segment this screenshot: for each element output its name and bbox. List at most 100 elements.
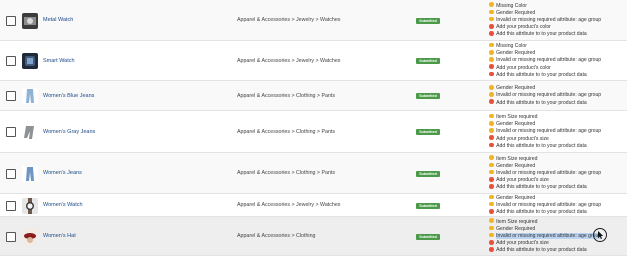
metal-watch-thumbnail [22, 12, 38, 29]
warning-dot-icon [489, 155, 494, 160]
issue-text: Gender Required [496, 50, 536, 57]
product-category: Apparel & Accessories > Clothing [237, 233, 316, 239]
row-checkbox[interactable] [6, 200, 16, 211]
mouse-cursor-icon [593, 228, 607, 242]
table-row[interactable]: Women's Jeans Apparel & Accessories > Clo… [0, 153, 627, 194]
warning-dot-icon [489, 225, 494, 231]
error-dot-icon [489, 99, 494, 105]
issue-text: Missing Color [496, 2, 527, 9]
issues-list: Missing Color Gender Required Invalid or m… [489, 2, 625, 39]
issue-text: Invalid or missing required attribute: a… [496, 169, 602, 176]
table-row[interactable]: Women's Hat Apparel & Accessories > Cloth… [0, 217, 627, 256]
issue-text: Gender Required [496, 121, 536, 128]
warning-dot-icon [489, 201, 494, 207]
blue-jeans-thumbnail [22, 88, 38, 104]
product-name-link[interactable]: Women's Gray Jeans [43, 129, 95, 135]
row-checkbox[interactable] [6, 56, 16, 66]
jeans-thumbnail [22, 165, 38, 182]
product-name-link[interactable]: Smart Watch [43, 58, 75, 64]
warning-dot-icon [489, 232, 494, 238]
issue-text: Gender Required [496, 194, 536, 201]
issue-item: Gender Required [489, 194, 625, 202]
issue-text: Add your product's color [496, 24, 551, 31]
issue-text: Add your product's size [496, 135, 549, 142]
issue-text: Add your product's color [496, 64, 551, 71]
issue-item: Invalid or missing required attribute: a… [489, 16, 625, 24]
issue-item: Add this attribute to to your product da… [489, 184, 625, 191]
status-badge: Submitted [416, 129, 440, 135]
issue-item: Add this attribute to to your product da… [489, 71, 625, 79]
row-checkbox[interactable] [6, 231, 16, 242]
womens-hat-thumbnail [22, 228, 38, 245]
issue-item: Item Size required [489, 218, 625, 226]
issue-text: Item Size required [496, 218, 538, 225]
issue-item: Add this attribute to to your product da… [489, 99, 625, 107]
issue-item: Add this attribute to to your product da… [489, 31, 625, 38]
issue-text: Invalid or missing required attribute: a… [496, 57, 602, 64]
row-checkbox[interactable] [6, 15, 16, 26]
issue-text: Add this attribute to to your product da… [496, 99, 587, 106]
issue-text: Item Size required [496, 155, 538, 162]
warning-dot-icon [489, 218, 494, 223]
warning-dot-icon [489, 169, 494, 175]
smart-watch-thumbnail [22, 53, 38, 69]
warning-dot-icon [489, 162, 494, 168]
issue-text: Add this attribute to to your product da… [496, 209, 587, 216]
table-row[interactable]: Women's Gray Jeans Apparel & Accessories … [0, 111, 627, 153]
row-checkbox[interactable] [6, 168, 16, 179]
warning-dot-icon [489, 92, 494, 97]
error-dot-icon [489, 208, 494, 214]
warning-dot-icon [489, 85, 494, 90]
issues-list: Item Size required Gender Required Invalid… [489, 113, 625, 150]
error-dot-icon [489, 239, 494, 245]
table-row[interactable]: Women's Blue Jeans Apparel & Accessories … [0, 81, 627, 111]
product-name-link[interactable]: Women's Hat [43, 233, 76, 239]
issue-text: Item Size required [496, 114, 538, 120]
issue-text: Gender Required [496, 225, 536, 232]
error-dot-icon [489, 135, 494, 141]
error-dot-icon [489, 64, 494, 70]
table-row[interactable]: Metal Watch Apparel & Accessories > Jewel… [0, 0, 627, 41]
gray-jeans-thumbnail [22, 124, 38, 140]
product-name-link[interactable]: Women's Jeans [43, 170, 82, 176]
table-row[interactable]: Smart Watch Apparel & Accessories > Jewel… [0, 41, 627, 81]
issue-item: Gender Required [489, 162, 625, 170]
warning-dot-icon [489, 16, 494, 22]
issues-list: Missing Color Gender Required Invalid or m… [489, 42, 625, 79]
product-name-link[interactable]: Metal Watch [43, 17, 73, 23]
issue-text: Gender Required [496, 162, 536, 169]
product-name-link[interactable]: Women's Blue Jeans [43, 93, 94, 99]
status-badge: Submitted [416, 17, 440, 24]
issue-text: Gender Required [496, 9, 536, 16]
issue-text: Invalid or missing required attribute: a… [496, 201, 602, 208]
issue-item: Add this attribute to to your product da… [489, 142, 625, 150]
product-name-link[interactable]: Women's Watch [43, 202, 83, 208]
issue-text: Invalid or missing required attribute: a… [496, 232, 602, 239]
issue-text: Missing Color [496, 43, 527, 49]
warning-dot-icon [489, 121, 494, 126]
issue-item: Item Size required [489, 113, 625, 121]
error-dot-icon [489, 23, 494, 29]
error-dot-icon [489, 184, 494, 189]
issue-item: Add your product's color [489, 23, 625, 31]
error-dot-icon [489, 176, 494, 182]
warning-dot-icon [489, 194, 494, 200]
issue-item: Missing Color [489, 42, 625, 50]
issue-item: Invalid or missing required attribute: a… [489, 169, 625, 177]
issue-text: Add this attribute to to your product da… [496, 31, 587, 38]
issues-list: Gender Required Invalid or missing requir… [489, 85, 625, 107]
issue-text: Invalid or missing required attribute: a… [496, 92, 602, 99]
row-checkbox[interactable] [6, 91, 16, 101]
issue-item: Add your product's size [489, 176, 625, 184]
issue-item: Invalid or missing required attribute: a… [489, 128, 625, 135]
warning-dot-icon [489, 2, 494, 7]
table-row[interactable]: Women's Watch Apparel & Accessories > Jew… [0, 194, 627, 217]
warning-dot-icon [489, 113, 494, 119]
warning-dot-icon [489, 42, 494, 48]
product-category: Apparel & Accessories > Jewelry > Watche… [237, 17, 341, 23]
error-dot-icon [489, 142, 494, 148]
row-checkbox[interactable] [6, 127, 16, 137]
issue-text: Gender Required [496, 85, 536, 92]
issue-text: Add this attribute to to your product da… [496, 184, 587, 191]
issue-item: Add your product's color [489, 64, 625, 72]
